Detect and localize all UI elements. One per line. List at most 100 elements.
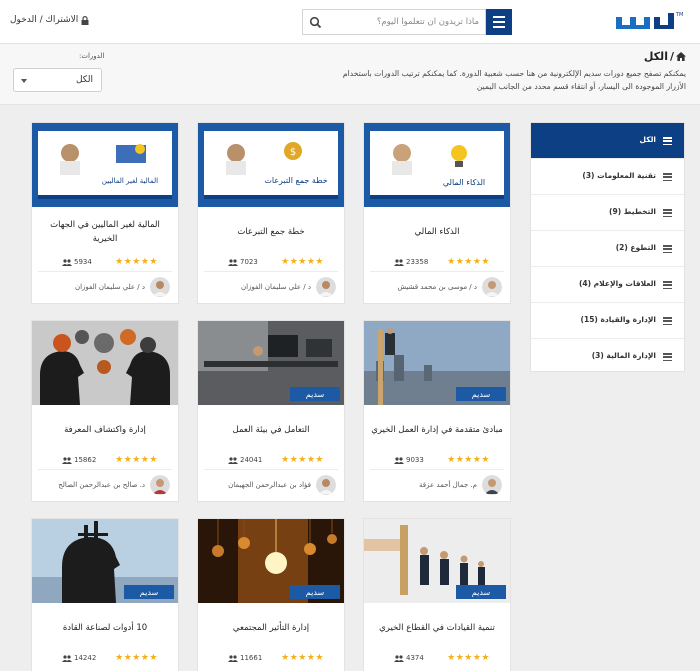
course-card[interactable]: سديم التعامل في بيئة العمل ★★★★★ 24041 ف… <box>197 320 345 502</box>
course-title[interactable]: خطة جمع التبرعات <box>204 217 338 247</box>
sadeem-logo[interactable]: TM <box>612 7 686 37</box>
brand-badge: سديم <box>306 588 325 597</box>
course-card[interactable]: سديم 10 أدوات لصناعة القادة ★★★★★ 14242 <box>31 518 179 671</box>
course-card[interactable]: سديم تنمية القيادات في القطاع الخيري ★★★… <box>363 518 511 671</box>
views-value: 23358 <box>406 258 429 266</box>
users-icon <box>228 258 238 266</box>
course-title[interactable]: التعامل في بيئة العمل <box>204 415 338 445</box>
rating-stars: ★★★★★ <box>447 257 490 267</box>
sidebar-item-it[interactable]: تقنية المعلومات (3) <box>531 159 684 195</box>
course-author[interactable]: د / موسى بن محمد قشيش <box>372 277 502 297</box>
course-card[interactable]: سديم مبادئ متقدمة في إدارة العمل الخيري … <box>363 320 511 502</box>
course-title[interactable]: المالية لغير الماليين في الجهات الخيرية <box>38 217 172 247</box>
author-name: د / علي سليمان الفوزان <box>240 283 311 291</box>
divider <box>204 469 338 470</box>
search-icon[interactable] <box>309 16 322 29</box>
list-icon <box>663 137 672 145</box>
course-title[interactable]: الذكاء المالي <box>370 217 504 247</box>
course-card[interactable]: الذكاء المالي الذكاء المالي ★★★★★ 23358 … <box>363 122 511 304</box>
users-icon <box>394 258 404 266</box>
search-input[interactable] <box>327 10 485 34</box>
views-count: 4374 <box>394 654 424 662</box>
rating-stars: ★★★★★ <box>281 653 324 663</box>
svg-text:$: $ <box>290 147 296 158</box>
course-title[interactable]: إدارة واكتشاف المعرفة <box>38 415 172 445</box>
sidebar-item-label: الكل <box>639 135 656 144</box>
list-icon <box>663 173 672 181</box>
author-avatar <box>150 475 170 495</box>
course-title[interactable]: 10 أدوات لصناعة القادة <box>38 613 172 643</box>
lock-icon <box>81 15 89 25</box>
author-name: فؤاد بن عبدالرحمن الجهيمان <box>228 481 311 489</box>
author-avatar <box>482 277 502 297</box>
home-icon[interactable] <box>676 52 686 61</box>
divider <box>38 469 172 470</box>
page-title: الكل <box>643 50 668 63</box>
course-title[interactable]: إدارة التأثير المجتمعي <box>204 613 338 643</box>
author-name: د. صالح بن عبدالرحمن الصالح <box>58 481 145 489</box>
views-value: 11661 <box>240 654 263 662</box>
course-thumbnail[interactable]: سديم <box>198 321 344 405</box>
course-thumbnail[interactable]: سديم <box>32 519 178 603</box>
views-count: 23358 <box>394 258 428 266</box>
author-avatar <box>150 277 170 297</box>
category-sidebar: الكل تقنية المعلومات (3) التخطيط (9) الت… <box>530 122 685 372</box>
divider <box>370 271 504 272</box>
course-thumbnail[interactable] <box>32 321 178 405</box>
course-card[interactable]: المالية لغير الماليين المالية لغير المال… <box>31 122 179 304</box>
course-thumbnail[interactable]: سديم <box>364 519 510 603</box>
rating-stars: ★★★★★ <box>281 257 324 267</box>
top-bar: TM الاشتراك / الدخول <box>0 0 700 44</box>
sidebar-item-planning[interactable]: التخطيط (9) <box>531 195 684 231</box>
filter-selected-value: الكل <box>75 75 93 85</box>
course-thumbnail[interactable]: المالية لغير الماليين <box>32 123 178 207</box>
course-thumbnail[interactable]: الذكاء المالي <box>364 123 510 207</box>
list-icon <box>663 353 672 361</box>
auth-link[interactable]: الاشتراك / الدخول <box>10 15 89 25</box>
users-icon <box>62 258 72 266</box>
hamburger-icon <box>493 16 505 18</box>
sidebar-item-volunteering[interactable]: التطوع (2) <box>531 231 684 267</box>
course-thumbnail[interactable]: $ خطة جمع التبرعات <box>198 123 344 207</box>
users-icon <box>394 456 404 464</box>
rating-stars: ★★★★★ <box>115 257 158 267</box>
svg-text:TM: TM <box>675 12 683 18</box>
sidebar-item-media[interactable]: العلاقات والإعلام (4) <box>531 267 684 303</box>
menu-button[interactable] <box>486 9 512 35</box>
rating-stars: ★★★★★ <box>115 653 158 663</box>
course-author[interactable]: م. جمال أحمد عزقة <box>372 475 502 495</box>
sidebar-item-leadership[interactable]: الإدارة والقيادة (15) <box>531 303 684 339</box>
course-title[interactable]: مبادئ متقدمة في إدارة العمل الخيري <box>370 415 504 445</box>
author-avatar <box>316 277 336 297</box>
sidebar-item-all[interactable]: الكل <box>531 123 684 159</box>
views-value: 24041 <box>240 456 263 464</box>
views-value: 4374 <box>406 654 424 662</box>
rating-stars: ★★★★★ <box>447 653 490 663</box>
brand-badge: سديم <box>472 588 491 597</box>
course-card[interactable]: سديم إدارة التأثير المجتمعي ★★★★★ 11661 <box>197 518 345 671</box>
views-count: 14242 <box>62 654 96 662</box>
views-count: 5934 <box>62 258 92 266</box>
course-author[interactable]: د. صالح بن عبدالرحمن الصالح <box>40 475 170 495</box>
divider <box>38 271 172 272</box>
course-author[interactable]: د / علي سليمان الفوزان <box>40 277 170 297</box>
courses-filter-select[interactable]: الكل <box>13 68 102 92</box>
course-thumbnail[interactable]: سديم <box>198 519 344 603</box>
course-author[interactable]: د / علي سليمان الفوزان <box>206 277 336 297</box>
sidebar-item-label: العلاقات والإعلام (4) <box>578 279 656 288</box>
breadcrumb: / الكل <box>644 50 686 63</box>
intro-description: يمكنكم تصفح جميع دورات سديم الإلكترونية … <box>342 69 686 91</box>
sidebar-item-finance[interactable]: الإدارة المالية (3) <box>531 339 684 375</box>
course-thumbnail[interactable]: سديم <box>364 321 510 405</box>
views-count: 11661 <box>228 654 262 662</box>
list-icon <box>663 245 672 253</box>
views-value: 9033 <box>406 456 424 464</box>
rating-stars: ★★★★★ <box>115 455 158 465</box>
list-icon <box>663 281 672 289</box>
intro-band: / الكل يمكنكم تصفح جميع دورات سديم الإلك… <box>0 44 700 105</box>
course-title[interactable]: تنمية القيادات في القطاع الخيري <box>370 613 504 643</box>
sidebar-item-label: التخطيط (9) <box>609 207 656 216</box>
course-card[interactable]: $ خطة جمع التبرعات خطة جمع التبرعات ★★★★… <box>197 122 345 304</box>
course-card[interactable]: إدارة واكتشاف المعرفة ★★★★★ 15862 د. صال… <box>31 320 179 502</box>
course-author[interactable]: فؤاد بن عبدالرحمن الجهيمان <box>206 475 336 495</box>
